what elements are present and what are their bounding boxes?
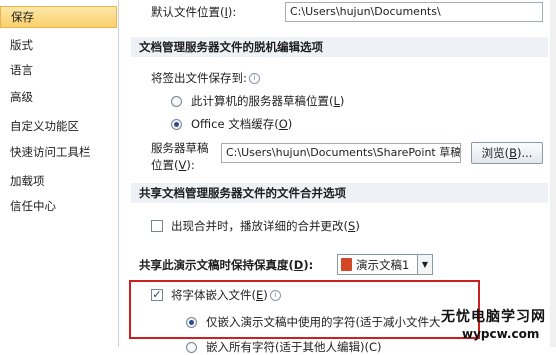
access-key: O (278, 117, 288, 131)
select-value: 演示文稿1 (356, 258, 410, 272)
sidebar-item-quick-access[interactable]: 快速访问工具栏 (0, 141, 117, 163)
access-key: B (509, 146, 517, 160)
sidebar-item-label: 自定义功能区 (10, 119, 79, 133)
watermark-en: wypcw.com (462, 327, 540, 341)
sidebar-item-label: 信任中心 (10, 199, 56, 213)
watermark-cn: 无忧电脑学习网 (441, 309, 546, 325)
label-text: ): (303, 258, 314, 272)
label-text: 默认文件位置( (151, 5, 225, 19)
merge-section-header: 共享文档管理服务器文件的文件合并选项 (131, 183, 548, 203)
label-text: 此计算机的服务器草稿位置( (191, 94, 334, 108)
default-location-input[interactable]: C:\Users\hujun\Documents\ (285, 2, 543, 22)
sidebar-item-save[interactable]: 保存 (0, 6, 117, 28)
checkout-label: 将签出文件保存到: i (151, 70, 260, 86)
embed-all-chars-radio[interactable] (186, 342, 197, 353)
sidebar-item-customize-ribbon[interactable]: 自定义功能区 (0, 115, 117, 137)
options-sidebar: 保存 版式 语言 高级 自定义功能区 快速访问工具栏 加载项 信任中心 (0, 0, 119, 347)
label-text: ) (287, 117, 293, 131)
browse-button[interactable]: 浏览(B)... (471, 142, 543, 164)
sidebar-item-trust-center[interactable]: 信任中心 (0, 195, 117, 217)
powerpoint-document-icon (341, 258, 352, 271)
label-text: ): (227, 5, 237, 19)
fidelity-section-header: 共享此演示文稿时保持保真度(D): (131, 255, 339, 275)
offline-editing-section-header: 文档管理服务器文件的脱机编辑选项 (131, 37, 548, 57)
office-cache-radio[interactable] (171, 119, 182, 130)
chevron-down-icon[interactable]: ▼ (417, 255, 432, 274)
sidebar-item-language[interactable]: 语言 (0, 59, 117, 81)
options-main-panel: 默认文件位置(I): C:\Users\hujun\Documents\ 文档管… (119, 0, 556, 354)
label-text: 将签出文件保存到: (151, 71, 247, 85)
sidebar-item-advanced[interactable]: 高级 (0, 86, 117, 108)
server-drafts-radio[interactable] (171, 96, 182, 107)
sidebar-item-layout[interactable]: 版式 (0, 34, 117, 56)
server-drafts-radio-label[interactable]: 此计算机的服务器草稿位置(L) (191, 93, 344, 109)
presentation-select[interactable]: 演示文稿1 ▼ (337, 254, 433, 275)
sidebar-item-label: 语言 (10, 63, 33, 77)
sidebar-item-label: 保存 (11, 10, 34, 24)
label-text: 出现合并时，播放详细的合并更改( (171, 219, 348, 233)
label-text: 位置( (151, 158, 179, 172)
label-text: ): (186, 158, 195, 172)
label-text: Office 文档缓存( (191, 117, 279, 131)
sidebar-item-label: 快速访问工具栏 (10, 145, 91, 159)
embed-all-chars-label[interactable]: 嵌入所有字符(适于其他人编辑)(C) (206, 339, 381, 355)
label-text: 共享此演示文稿时保持保真度( (139, 258, 294, 272)
sidebar-item-label: 加载项 (10, 174, 45, 188)
label-text: ) (339, 94, 345, 108)
server-drafts-location-label-line2: 位置(V): (151, 157, 195, 173)
highlight-box (129, 280, 480, 339)
button-label: )... (516, 146, 533, 160)
scrollbar[interactable] (550, 0, 556, 347)
merge-changes-checkbox[interactable] (151, 220, 163, 232)
server-drafts-location-input[interactable]: C:\Users\hujun\Documents\SharePoint 草稿\ (221, 143, 461, 163)
default-location-label: 默认文件位置(I): (151, 4, 236, 20)
merge-changes-label[interactable]: 出现合并时，播放详细的合并更改(S) (171, 218, 360, 234)
sidebar-item-label: 版式 (10, 38, 33, 52)
office-cache-radio-label[interactable]: Office 文档缓存(O) (191, 116, 292, 132)
sidebar-item-label: 高级 (10, 90, 33, 104)
access-key: D (293, 258, 304, 272)
label-text: ) (355, 219, 360, 233)
button-label: 浏览( (481, 146, 510, 160)
info-icon: i (248, 73, 260, 84)
server-drafts-location-label-line1: 服务器草稿 (151, 141, 209, 155)
sidebar-item-addins[interactable]: 加载项 (0, 170, 117, 192)
